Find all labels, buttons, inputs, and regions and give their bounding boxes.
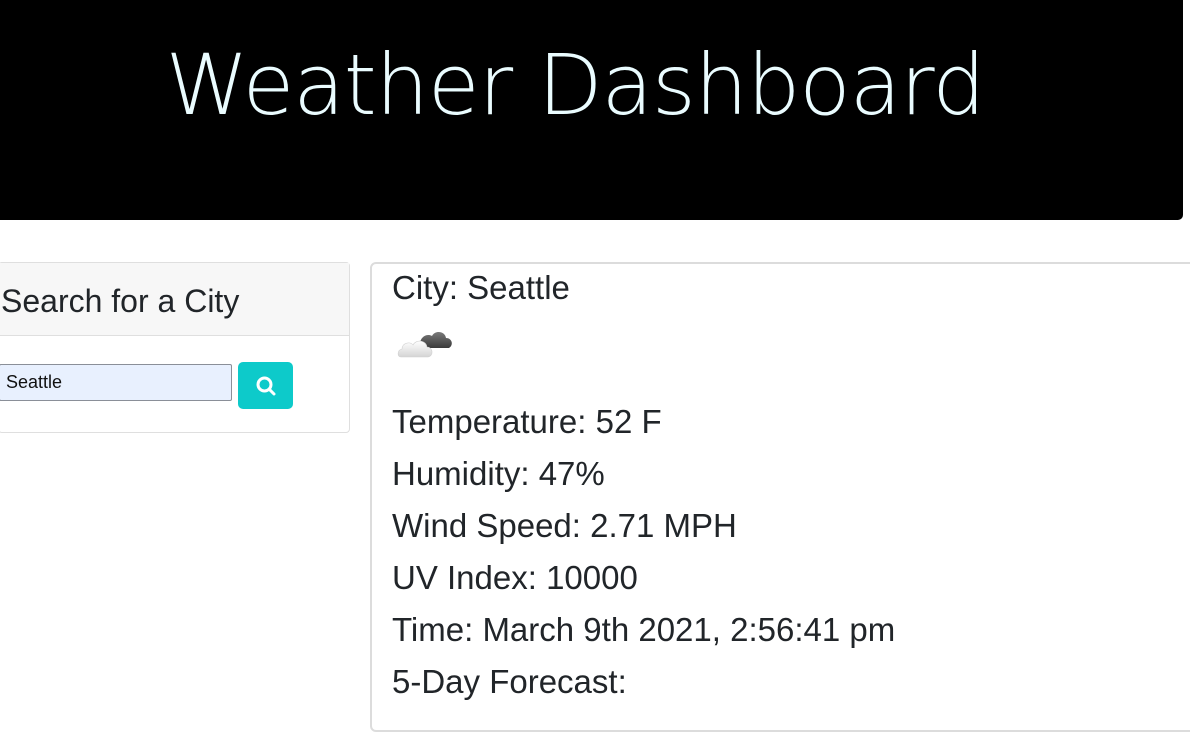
humidity-text: Humidity: 47% <box>392 455 605 492</box>
time-text: Time: March 9th 2021, 2:56:41 pm <box>392 611 896 648</box>
city-name: City: Seattle <box>392 269 570 306</box>
city-search-input[interactable] <box>0 364 232 401</box>
search-card-header: Search for a City <box>0 263 349 336</box>
search-card: Search for a City <box>0 262 350 433</box>
partly-cloudy-icon <box>397 332 452 358</box>
wind-speed-text: Wind Speed: 2.71 MPH <box>392 507 737 544</box>
search-heading: Search for a City <box>1 283 240 319</box>
forecast-heading: 5-Day Forecast: <box>392 663 627 700</box>
uv-index-text: UV Index: 10000 <box>392 559 638 596</box>
search-button[interactable] <box>238 362 293 409</box>
temperature-text: Temperature: 52 F <box>392 403 662 440</box>
page-title: Weather Dashboard <box>165 36 985 134</box>
search-icon <box>256 376 275 395</box>
current-weather-card: City: Seattle Temperature: 52 F Humidity… <box>370 262 1190 732</box>
jumbotron-header: Weather Dashboard <box>0 0 1183 220</box>
